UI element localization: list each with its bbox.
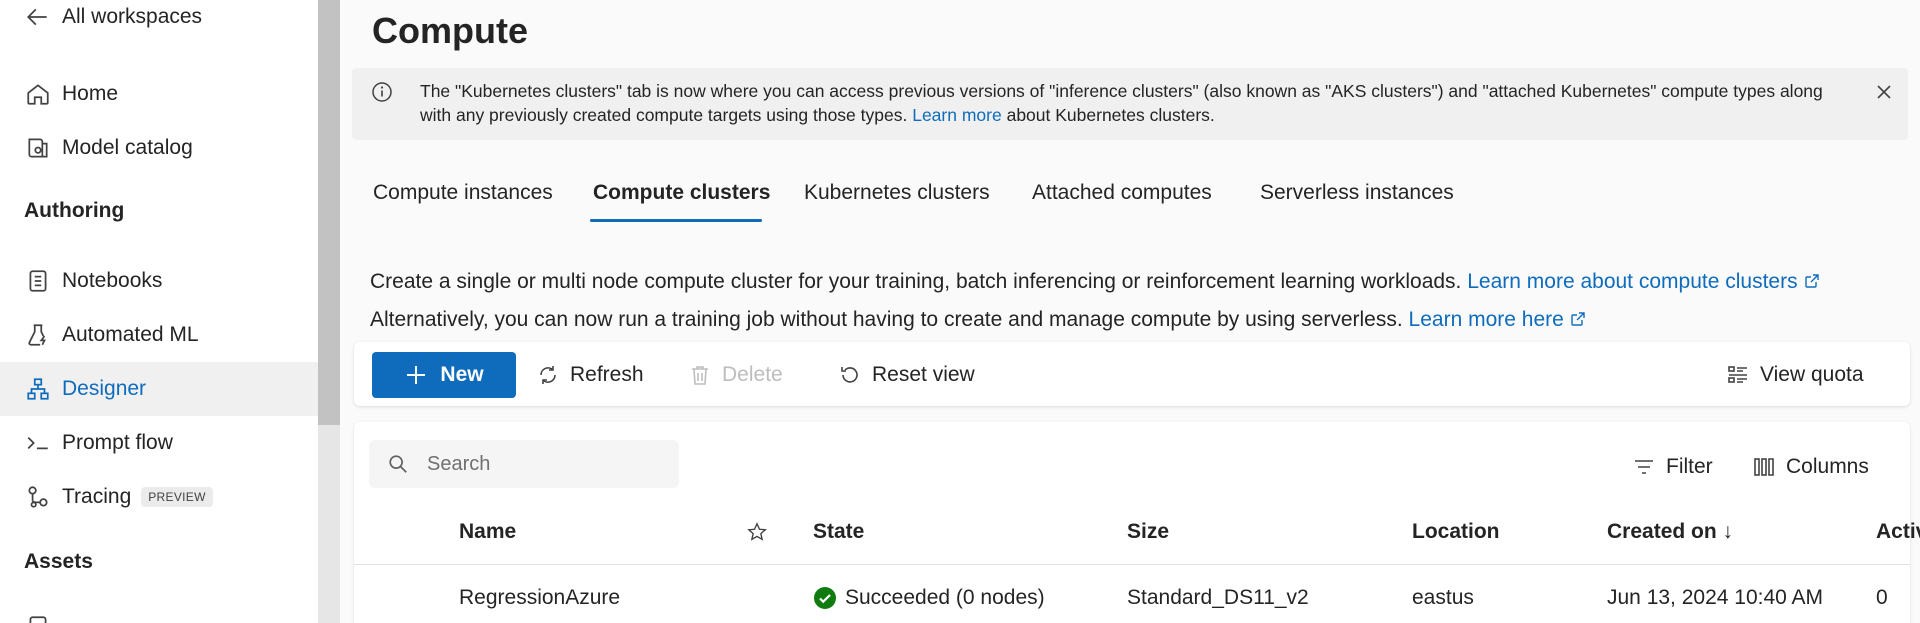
compute-clusters-table: Filter Columns Name State Size Location … [354, 422, 1920, 623]
reset-view-label: Reset view [872, 363, 975, 386]
learn-more-compute-clusters-link[interactable]: Learn more about compute clusters [1467, 270, 1819, 293]
nav-model-catalog-label: Model catalog [62, 136, 193, 159]
description-text-1: Create a single or multi node compute cl… [370, 270, 1462, 293]
main-content: Compute The "Kubernetes clusters" tab is… [340, 0, 1920, 623]
nav-notebooks[interactable]: Notebooks [0, 254, 318, 308]
view-quota-label: View quota [1760, 363, 1864, 386]
column-header-name[interactable]: Name [459, 520, 516, 544]
reset-icon [841, 367, 858, 383]
banner-tail-text: about Kubernetes clusters. [1006, 105, 1215, 125]
nav-notebooks-label: Notebooks [62, 269, 163, 292]
search-box[interactable] [369, 440, 679, 488]
new-button[interactable]: New [372, 352, 516, 398]
sidebar-scrollbar-thumb[interactable] [318, 0, 340, 425]
refresh-label: Refresh [570, 363, 644, 386]
nav-tracing[interactable]: Tracing PREVIEW [0, 470, 318, 524]
data-icon [24, 613, 52, 623]
info-icon [372, 82, 392, 102]
row-state-label: Succeeded (0 nodes) [845, 586, 1045, 609]
search-icon [389, 455, 407, 473]
tab-compute-clusters[interactable]: Compute clusters [593, 181, 770, 233]
command-bar: New Refresh Delete Reset view View quota [354, 342, 1910, 406]
learn-more-here-link[interactable]: Learn more here [1409, 308, 1586, 331]
column-header-state[interactable]: State [813, 520, 864, 544]
column-header-location[interactable]: Location [1412, 520, 1500, 544]
description-line-1: Create a single or multi node compute cl… [370, 270, 1820, 294]
view-quota-button[interactable]: View quota [1726, 352, 1864, 398]
row-active-nodes[interactable]: 0 [1876, 586, 1888, 610]
nav-assets-item[interactable] [0, 600, 318, 623]
row-state: Succeeded (0 nodes) [813, 586, 1045, 610]
authoring-section-header: Authoring [24, 199, 125, 222]
star-icon[interactable] [746, 521, 768, 543]
trash-icon [692, 366, 708, 385]
nav-designer-label: Designer [62, 377, 147, 400]
info-banner: The "Kubernetes clusters" tab is now whe… [352, 68, 1908, 140]
tab-attached-computes[interactable]: Attached computes [1032, 181, 1212, 233]
tab-kubernetes-clusters[interactable]: Kubernetes clusters [804, 181, 990, 233]
nav-automated-ml-label: Automated ML [62, 323, 199, 346]
home-icon [24, 80, 52, 108]
all-workspaces-label: All workspaces [62, 5, 203, 28]
row-size: Standard_DS11_v2 [1127, 586, 1309, 609]
all-workspaces-link[interactable]: All workspaces [0, 0, 318, 44]
learn-more-here-label: Learn more here [1408, 308, 1564, 331]
columns-icon [1754, 458, 1774, 476]
tab-serverless-instances[interactable]: Serverless instances [1260, 181, 1454, 233]
delete-label: Delete [722, 363, 783, 386]
tracing-icon [24, 483, 52, 511]
header-divider [354, 564, 1910, 565]
column-header-size[interactable]: Size [1127, 520, 1169, 544]
designer-hierarchy-icon [24, 375, 52, 403]
description-line-2: Alternatively, you can now run a trainin… [370, 308, 1586, 332]
nav-model-catalog[interactable]: Model catalog [0, 121, 318, 175]
external-link-icon [1804, 274, 1819, 288]
page-title: Compute [372, 10, 528, 51]
refresh-button[interactable]: Refresh [536, 352, 644, 398]
quota-list-icon [1728, 366, 1747, 383]
created-on-label: Created on [1607, 520, 1717, 543]
banner-learn-more-link[interactable]: Learn more [912, 105, 1002, 125]
tab-compute-instances[interactable]: Compute instances [373, 181, 553, 233]
external-link-icon [1571, 312, 1585, 326]
nav-prompt-flow[interactable]: Prompt flow [0, 416, 318, 470]
book-icon [24, 134, 52, 162]
row-created-on: Jun 13, 2024 10:40 AM [1607, 586, 1823, 609]
reset-view-button[interactable]: Reset view [838, 352, 975, 398]
columns-button[interactable]: Columns [1752, 444, 1869, 490]
column-header-created-on[interactable]: Created on ↓ [1607, 520, 1733, 544]
nav-designer[interactable]: Designer [0, 362, 318, 416]
sort-descending-icon: ↓ [1722, 520, 1734, 543]
prompt-icon [24, 429, 52, 457]
success-check-icon [814, 587, 836, 609]
nav-automated-ml[interactable]: Automated ML [0, 308, 318, 362]
banner-message: The "Kubernetes clusters" tab is now whe… [420, 79, 1840, 127]
plus-icon [407, 366, 426, 384]
columns-label: Columns [1786, 455, 1869, 478]
nav-home-label: Home [62, 82, 119, 105]
left-navigation: All workspaces Home Model catalog Author… [0, 0, 318, 623]
delete-button[interactable]: Delete [688, 352, 783, 398]
preview-badge: PREVIEW [141, 487, 213, 507]
row-name-link[interactable]: RegressionAzure [459, 586, 620, 610]
search-input[interactable] [427, 452, 667, 476]
back-arrow-icon [24, 3, 52, 31]
notebook-icon [24, 267, 52, 295]
assets-section-header: Assets [24, 550, 93, 573]
new-button-label: New [440, 363, 484, 386]
active-tab-indicator [590, 219, 762, 222]
description-text-2: Alternatively, you can now run a trainin… [370, 308, 1403, 331]
close-icon[interactable] [1872, 80, 1896, 104]
nav-home[interactable]: Home [0, 67, 318, 121]
flask-bolt-icon [24, 321, 52, 349]
filter-label: Filter [1666, 455, 1713, 478]
row-location: eastus [1412, 586, 1474, 609]
learn-more-compute-clusters-label: Learn more about compute clusters [1467, 270, 1798, 293]
nav-tracing-label: Tracing [62, 485, 132, 508]
filter-button[interactable]: Filter [1632, 444, 1713, 490]
refresh-icon [540, 366, 556, 384]
nav-prompt-flow-label: Prompt flow [62, 431, 173, 454]
column-header-active[interactable]: Activ [1876, 520, 1920, 544]
filter-icon [1635, 460, 1653, 474]
